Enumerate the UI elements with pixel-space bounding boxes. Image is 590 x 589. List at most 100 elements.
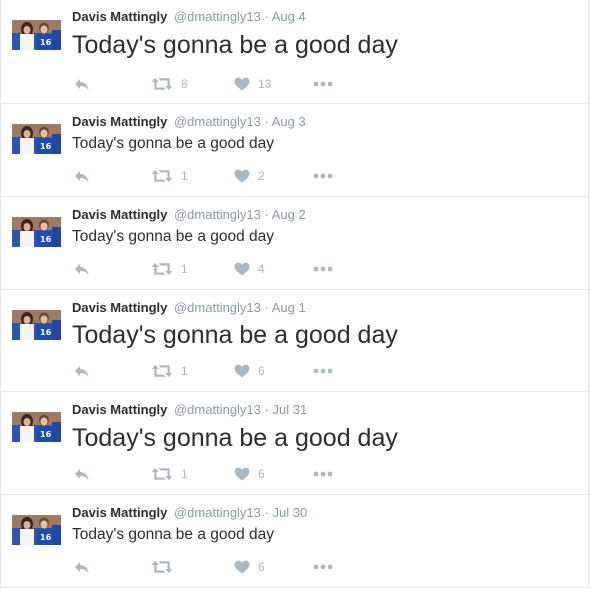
like-count: 6 [258, 467, 265, 481]
more-button[interactable] [313, 465, 333, 483]
tweet-date[interactable]: Aug 2 [272, 207, 306, 222]
author-name[interactable]: Davis Mattingly [72, 505, 167, 520]
reply-button[interactable] [74, 75, 90, 93]
reply-icon [74, 467, 90, 481]
tweet-text: Today's gonna be a good day [72, 228, 275, 245]
reply-button[interactable] [74, 167, 90, 185]
separator-dot: · [264, 114, 269, 129]
like-count: 2 [258, 169, 265, 183]
avatar[interactable]: 16 [12, 217, 61, 247]
heart-icon [234, 467, 250, 481]
more-button[interactable] [313, 167, 333, 185]
author-name[interactable]: Davis Mattingly [72, 207, 167, 222]
more-dots-icon [313, 81, 333, 87]
heart-icon [234, 262, 250, 276]
more-button[interactable] [313, 362, 333, 380]
more-button[interactable] [313, 260, 333, 278]
like-count: 6 [258, 364, 265, 378]
author-handle[interactable]: @dmattingly13 [174, 505, 261, 520]
retweet-button[interactable]: 1 [151, 465, 188, 483]
tweet-actions: 1 6 [1, 465, 590, 483]
reply-icon [74, 560, 90, 574]
svg-text:16: 16 [40, 430, 52, 439]
tweet-header: Davis Mattingly @dmattingly13 · Aug 3 [72, 114, 306, 130]
author-handle[interactable]: @dmattingly13 [174, 402, 261, 417]
retweet-button[interactable]: 1 [151, 362, 188, 380]
like-count: 4 [258, 262, 265, 276]
tweet-date[interactable]: Aug 4 [272, 9, 306, 24]
reply-icon [74, 262, 90, 276]
tweet-date[interactable]: Aug 1 [272, 300, 306, 315]
more-button[interactable] [313, 558, 333, 576]
author-name[interactable]: Davis Mattingly [72, 9, 167, 24]
reply-button[interactable] [74, 465, 90, 483]
author-handle[interactable]: @dmattingly13 [174, 114, 261, 129]
tweet-actions: 8 13 [1, 75, 590, 93]
tweet-actions: 1 2 [1, 167, 590, 185]
tweet-date[interactable]: Aug 3 [272, 114, 306, 129]
like-button[interactable]: 6 [234, 465, 265, 483]
avatar[interactable]: 16 [12, 310, 61, 340]
tweet-card[interactable]: 16 Davis Mattingly @dmattingly13 · Aug 2… [0, 196, 589, 290]
tweet-date[interactable]: Jul 30 [272, 505, 307, 520]
separator-dot: · [264, 9, 269, 24]
more-button[interactable] [313, 75, 333, 93]
tweet-header: Davis Mattingly @dmattingly13 · Jul 30 [72, 505, 307, 521]
tweet-text: Today's gonna be a good day [72, 135, 275, 152]
author-handle[interactable]: @dmattingly13 [174, 300, 261, 315]
tweet-card[interactable]: 16 Davis Mattingly @dmattingly13 · Jul 3… [0, 391, 589, 495]
retweet-count: 1 [181, 169, 188, 183]
retweet-count: 1 [181, 262, 188, 276]
like-button[interactable]: 6 [234, 362, 265, 380]
retweet-icon [151, 467, 173, 481]
author-name[interactable]: Davis Mattingly [72, 300, 167, 315]
tweet-actions: 1 6 [1, 362, 590, 380]
reply-button[interactable] [74, 558, 90, 576]
retweet-count: 8 [181, 77, 188, 91]
reply-button[interactable] [74, 362, 90, 380]
svg-text:16: 16 [40, 38, 52, 47]
reply-icon [74, 364, 90, 378]
retweet-button[interactable]: 1 [151, 260, 188, 278]
avatar[interactable]: 16 [12, 412, 61, 442]
svg-text:16: 16 [40, 328, 52, 337]
svg-text:16: 16 [40, 533, 52, 542]
reply-icon [74, 169, 90, 183]
retweet-button[interactable]: 8 [151, 75, 188, 93]
tweet-header: Davis Mattingly @dmattingly13 · Jul 31 [72, 402, 307, 418]
tweet-date[interactable]: Jul 31 [272, 402, 307, 417]
author-name[interactable]: Davis Mattingly [72, 402, 167, 417]
like-button[interactable]: 6 [234, 558, 265, 576]
like-button[interactable]: 13 [234, 75, 271, 93]
tweet-card[interactable]: 16 Davis Mattingly @dmattingly13 · Aug 4… [0, 0, 589, 104]
tweet-actions: 1 4 [1, 260, 590, 278]
tweet-card[interactable]: 16 Davis Mattingly @dmattingly13 · Jul 3… [0, 494, 589, 588]
more-dots-icon [313, 368, 333, 374]
like-button[interactable]: 4 [234, 260, 265, 278]
tweet-card[interactable]: 16 Davis Mattingly @dmattingly13 · Aug 1… [0, 289, 589, 392]
like-button[interactable]: 2 [234, 167, 265, 185]
reply-button[interactable] [74, 260, 90, 278]
reply-icon [74, 77, 90, 91]
avatar[interactable]: 16 [12, 124, 61, 154]
retweet-button[interactable]: 1 [151, 167, 188, 185]
heart-icon [234, 169, 250, 183]
svg-text:16: 16 [40, 235, 52, 244]
more-dots-icon [313, 266, 333, 272]
separator-dot: · [264, 402, 269, 417]
tweet-actions: 6 [1, 558, 590, 576]
author-handle[interactable]: @dmattingly13 [174, 207, 261, 222]
heart-icon [234, 77, 250, 91]
tweet-text: Today's gonna be a good day [72, 526, 275, 543]
tweet-card[interactable]: 16 Davis Mattingly @dmattingly13 · Aug 3… [0, 103, 589, 197]
more-dots-icon [313, 173, 333, 179]
tweet-header: Davis Mattingly @dmattingly13 · Aug 2 [72, 207, 306, 223]
retweet-icon [151, 262, 173, 276]
retweet-icon [151, 169, 173, 183]
author-handle[interactable]: @dmattingly13 [174, 9, 261, 24]
avatar[interactable]: 16 [12, 20, 61, 50]
avatar[interactable]: 16 [12, 515, 61, 545]
retweet-count: 1 [181, 467, 188, 481]
retweet-button[interactable] [151, 558, 181, 576]
author-name[interactable]: Davis Mattingly [72, 114, 167, 129]
